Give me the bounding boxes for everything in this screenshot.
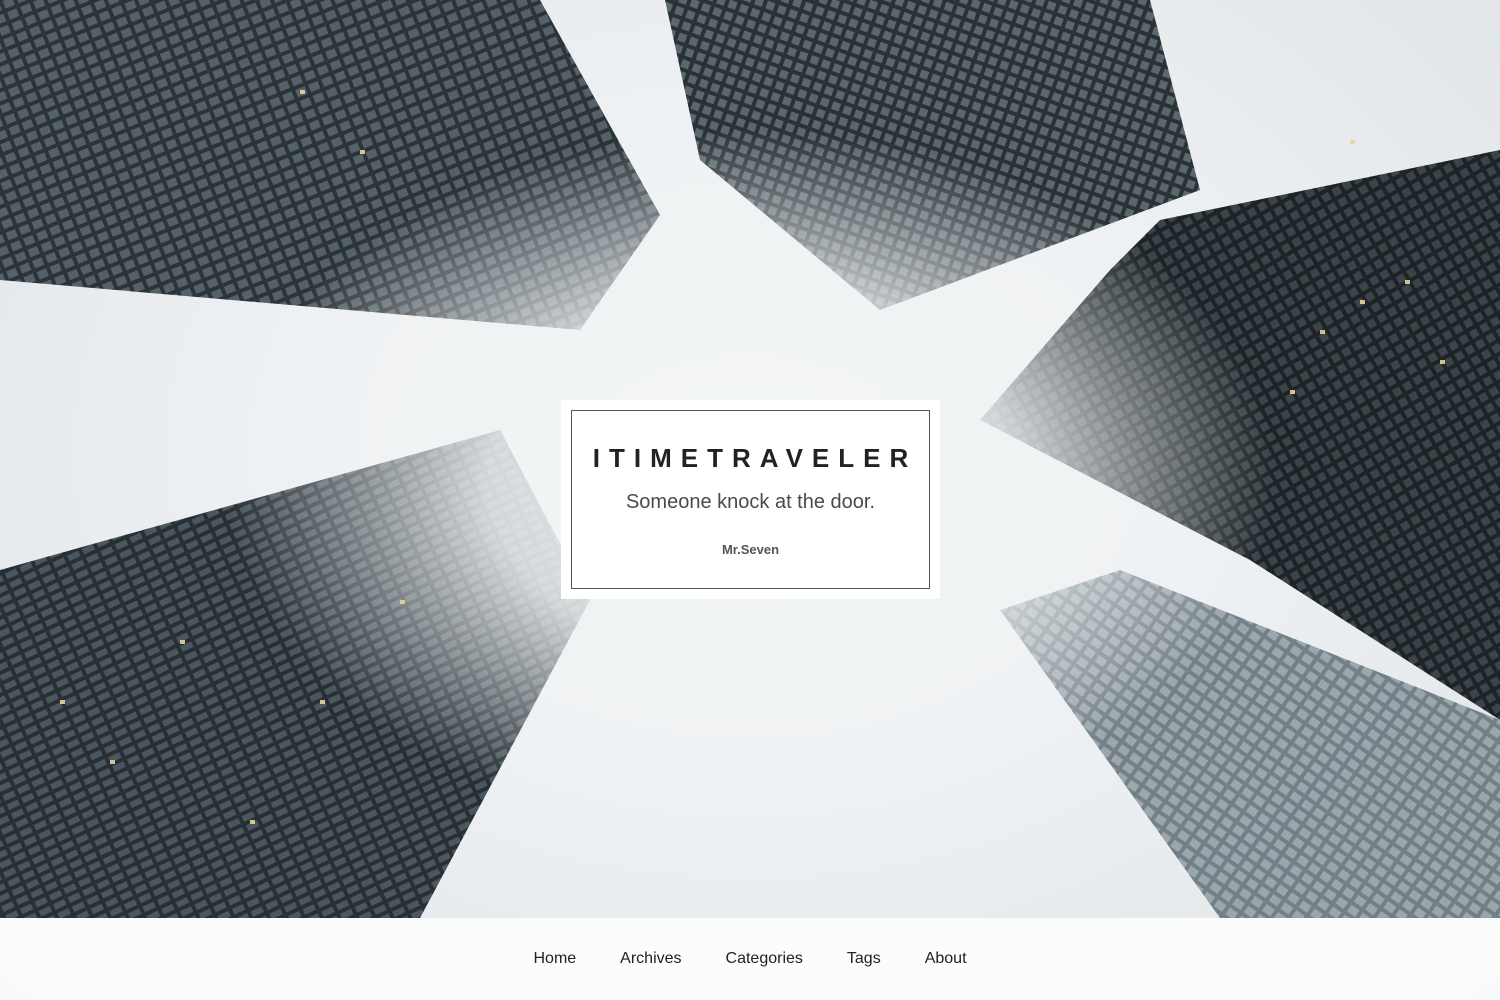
- site-title[interactable]: ITIMETRAVELER: [584, 443, 918, 474]
- nav-item-home[interactable]: Home: [533, 950, 576, 968]
- site-title-frame: ITIMETRAVELER Someone knock at the door.…: [571, 410, 930, 589]
- nav-item-tags[interactable]: Tags: [847, 950, 881, 968]
- site-subtitle: Someone knock at the door.: [625, 491, 876, 513]
- nav-item-about[interactable]: About: [925, 950, 967, 968]
- site-author: Mr.Seven: [721, 542, 780, 557]
- nav-item-categories[interactable]: Categories: [726, 950, 803, 968]
- site-title-card: ITIMETRAVELER Someone knock at the door.…: [561, 400, 940, 599]
- nav-bar: Home Archives Categories Tags About: [0, 918, 1500, 1000]
- nav-item-archives[interactable]: Archives: [620, 950, 681, 968]
